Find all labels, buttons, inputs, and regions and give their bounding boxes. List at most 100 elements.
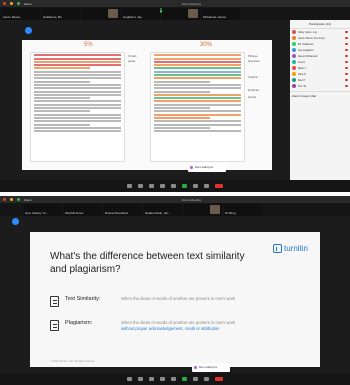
- chat-button[interactable]: [171, 377, 176, 381]
- video-strip: Guo Judacy, Yu... Wunhill Arrow Drissa C…: [0, 203, 350, 216]
- video-tile[interactable]: Mohamed, Hamo: [202, 7, 240, 20]
- minimize-window-icon[interactable]: [10, 198, 13, 201]
- video-tile[interactable]: Ni Wing: [224, 203, 262, 216]
- os-title-bar: Zoom Zoom Meeting: [0, 0, 350, 7]
- zoom-window-top: Zoom Zoom Meeting You are viewing Nicky'…: [0, 0, 350, 192]
- participant-name: Mark T: [298, 66, 307, 70]
- video-tile[interactable]: [82, 7, 120, 20]
- chat-button[interactable]: [171, 184, 176, 188]
- tile-name: Drissa Chambers: [105, 210, 129, 215]
- avatar: [292, 84, 296, 88]
- close-window-icon[interactable]: [3, 2, 6, 5]
- video-tile[interactable]: [184, 203, 222, 216]
- participant-name: Rina S: [298, 72, 306, 76]
- mic-muted-icon[interactable]: [345, 67, 348, 69]
- record-button[interactable]: [193, 184, 198, 188]
- zoom-window-bottom: Zoom Zoom Meeting Guo Judacy, Yu... Wunh…: [0, 196, 350, 385]
- chat-notification[interactable]: Dan Leading for: [192, 363, 230, 372]
- app-name: Zoom: [24, 1, 32, 6]
- side-label: paste: [128, 59, 136, 63]
- video-tile[interactable]: Guo Judacy, Yu...: [24, 203, 62, 216]
- mic-muted-icon[interactable]: [345, 49, 348, 51]
- video-tile[interactable]: Guglielmi, Jay: [122, 7, 160, 20]
- tile-name: Aaron Moore: [3, 14, 21, 19]
- video-button[interactable]: [138, 377, 143, 381]
- close-window-icon[interactable]: [3, 198, 6, 201]
- avatar: [194, 366, 197, 369]
- avatar: [292, 78, 296, 82]
- mute-button[interactable]: [127, 377, 132, 381]
- mute-button[interactable]: [127, 184, 132, 188]
- participant-video: [210, 204, 220, 214]
- participants-button[interactable]: [160, 184, 165, 188]
- avatar: [292, 30, 296, 34]
- side-label: Citation: [248, 75, 259, 79]
- minimize-window-icon[interactable]: [10, 2, 13, 5]
- recording-indicator-icon[interactable]: [25, 27, 32, 34]
- participants-button[interactable]: [160, 377, 165, 381]
- mic-muted-icon[interactable]: [345, 73, 348, 75]
- avatar: [292, 66, 296, 70]
- avatar: [190, 166, 193, 169]
- record-button[interactable]: [193, 377, 198, 381]
- mic-muted-icon[interactable]: [345, 31, 348, 33]
- shared-screen-slide: turnitin What's the difference between t…: [30, 232, 320, 367]
- slide-heading: What's the difference between text simil…: [50, 251, 245, 275]
- mic-muted-icon[interactable]: [345, 37, 348, 39]
- definition-text: When the ideas or words of another are p…: [121, 320, 311, 332]
- definition-row: Text Similarity: When the ideas or words…: [50, 296, 311, 307]
- definition-body: When the ideas or words of another are p…: [121, 296, 236, 301]
- maximize-window-icon[interactable]: [17, 198, 20, 201]
- participant-video: [188, 8, 198, 18]
- video-tile[interactable]: Drissa Chambers: [104, 203, 142, 216]
- chat-notification-text: Dan Leading for: [195, 166, 214, 169]
- mic-muted-icon[interactable]: [345, 43, 348, 45]
- avatar: [292, 54, 296, 58]
- mic-muted-icon[interactable]: [345, 55, 348, 57]
- tile-name: [82, 19, 84, 20]
- avatar: [292, 36, 296, 40]
- participant-name: Jay Guglielmi: [298, 48, 314, 52]
- tile-name: [184, 215, 186, 216]
- share-screen-button[interactable]: [182, 184, 187, 188]
- right-document: [150, 52, 245, 162]
- leave-button[interactable]: [215, 377, 223, 381]
- turnitin-logo: turnitin: [272, 244, 308, 253]
- video-button[interactable]: [138, 184, 143, 188]
- app-name: Zoom: [24, 197, 32, 202]
- tile-name: Wunhill Arrow: [65, 210, 84, 215]
- window-title: Zoom Meeting: [181, 1, 201, 6]
- recording-indicator-icon[interactable]: [12, 218, 19, 225]
- chat-notification[interactable]: Dan Leading for: [188, 163, 226, 172]
- os-title-bar: Zoom Zoom Meeting: [0, 196, 350, 203]
- video-tile[interactable]: [162, 7, 200, 20]
- leave-button[interactable]: [215, 184, 223, 188]
- video-tile[interactable]: Guillaume, Bo: [42, 7, 80, 20]
- security-button[interactable]: [149, 377, 154, 381]
- mic-muted-icon[interactable]: [345, 79, 348, 81]
- video-tile[interactable]: Wunhill Arrow: [64, 203, 102, 216]
- video-strip: You are viewing Nicky's screen Aaron Moo…: [0, 7, 350, 20]
- definition-term: Text Similarity:: [65, 296, 101, 302]
- definition-term: Plagiarism:: [65, 320, 93, 326]
- tile-name: Guglielmi, Jay: [123, 14, 142, 19]
- share-screen-button[interactable]: [182, 377, 187, 381]
- slide-footer: © 2020 Turnitin, LLC. All rights reserve…: [50, 360, 95, 363]
- mic-muted-icon[interactable]: [345, 61, 348, 63]
- participant-row[interactable]: Tom W: [290, 83, 350, 89]
- avatar: [292, 48, 296, 52]
- avatar: [292, 42, 296, 46]
- document-icon: [50, 296, 59, 307]
- participant-name: Dan P: [298, 78, 306, 82]
- mic-muted-icon[interactable]: [345, 85, 348, 87]
- video-tile[interactable]: Nadia Ghisin, Hin...: [144, 203, 182, 216]
- reactions-button[interactable]: [204, 377, 209, 381]
- document-icon: [50, 320, 59, 331]
- meeting-toolbar: [0, 373, 350, 385]
- reactions-button[interactable]: [204, 184, 209, 188]
- video-tile[interactable]: Aaron Moore: [2, 7, 40, 20]
- security-button[interactable]: [149, 184, 154, 188]
- participant-name: Tom W: [298, 84, 307, 88]
- maximize-window-icon[interactable]: [17, 2, 20, 5]
- window-title: Zoom Meeting: [181, 197, 201, 202]
